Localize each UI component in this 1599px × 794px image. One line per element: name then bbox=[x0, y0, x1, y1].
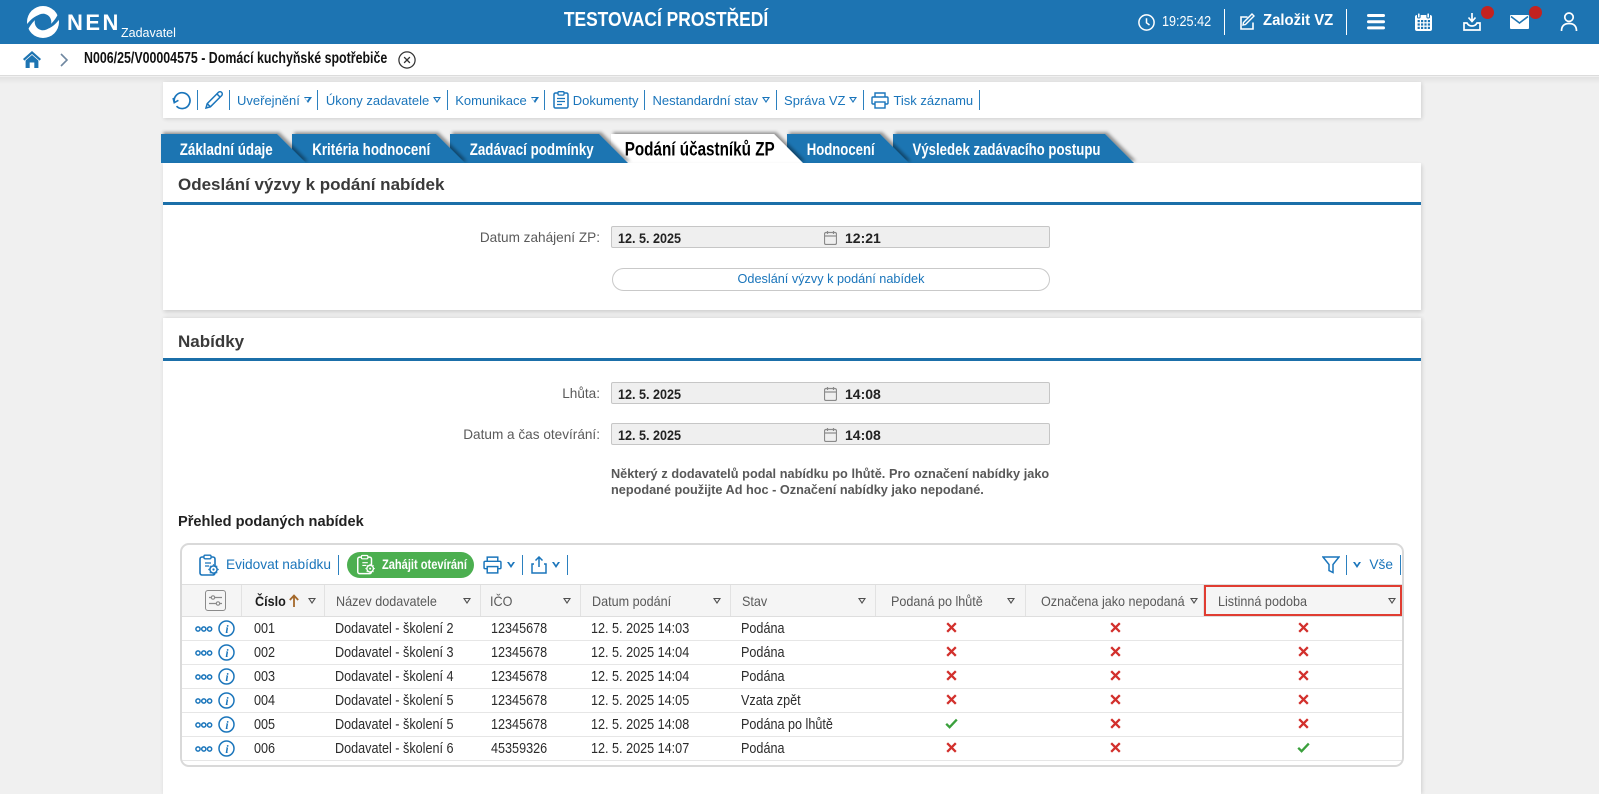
svg-text:i: i bbox=[225, 696, 229, 708]
svg-text:i: i bbox=[225, 744, 229, 756]
svg-text:i: i bbox=[225, 720, 229, 732]
svg-text:Základní údaje: Základní údaje bbox=[180, 140, 273, 159]
svg-text:Podání účastníků ZP: Podání účastníků ZP bbox=[625, 140, 775, 161]
svg-text:Výsledek zadávacího postupu: Výsledek zadávacího postupu bbox=[913, 140, 1101, 159]
svg-text:i: i bbox=[225, 672, 229, 684]
svg-text:Kritéria hodnocení: Kritéria hodnocení bbox=[312, 140, 431, 159]
svg-text:i: i bbox=[225, 648, 229, 660]
svg-text:Zadávací podmínky: Zadávací podmínky bbox=[470, 140, 594, 159]
svg-text:Hodnocení: Hodnocení bbox=[807, 140, 876, 159]
svg-text:i: i bbox=[225, 624, 229, 636]
